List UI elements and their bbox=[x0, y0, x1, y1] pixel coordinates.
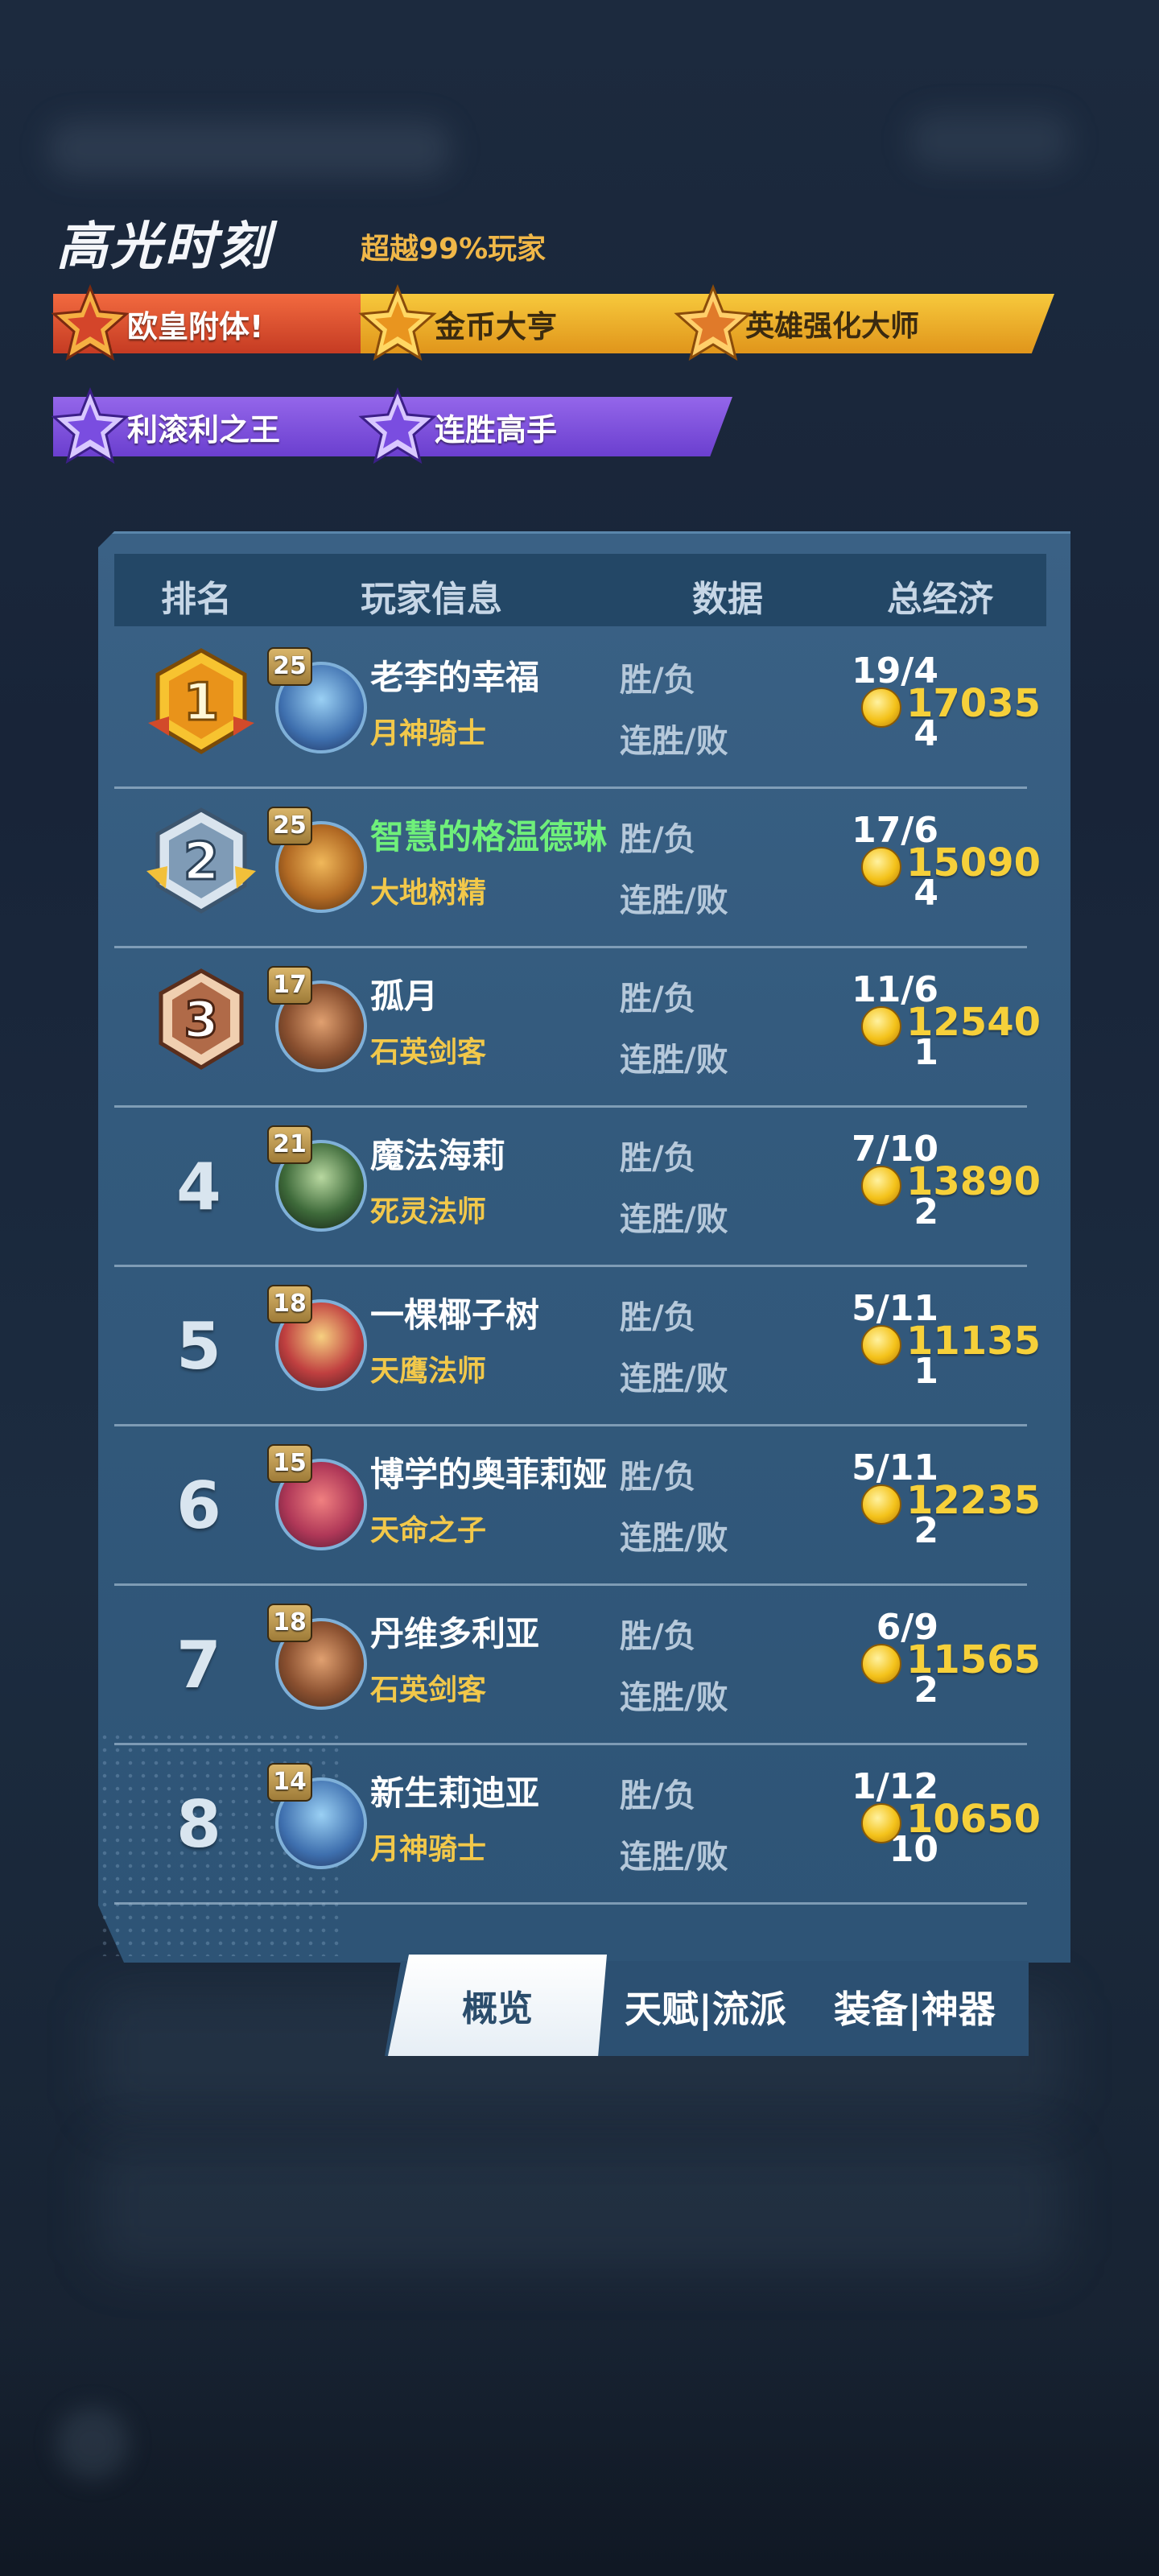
tab-talent-build[interactable]: 天赋|流派 bbox=[625, 1980, 786, 2033]
economy-value: 12540 bbox=[906, 1000, 1041, 1045]
hero-name: 死灵法师 bbox=[370, 1195, 487, 1228]
table-row[interactable]: 2 25 智慧的格温德琳 大地树精 胜/负 17/6 连胜/败 4 15090 bbox=[114, 789, 1041, 948]
hero-name: 月神骑士 bbox=[370, 717, 487, 750]
win-loss-label: 胜/负 bbox=[620, 821, 696, 858]
economy-value: 15090 bbox=[906, 840, 1041, 886]
star-medal-icon bbox=[51, 386, 130, 464]
streak-label: 连胜/败 bbox=[620, 1201, 728, 1238]
hero-name: 天鹰法师 bbox=[370, 1355, 487, 1388]
highlights-subtitle: 超越99%玩家 bbox=[361, 233, 547, 266]
star-medal-icon bbox=[358, 386, 437, 464]
streak-label: 连胜/败 bbox=[620, 1679, 728, 1716]
star-medal-icon bbox=[51, 283, 130, 361]
rank-number: 5 bbox=[176, 1309, 221, 1384]
header-rank: 排名 bbox=[161, 579, 232, 620]
streak-label: 连胜/败 bbox=[620, 1520, 728, 1557]
streak-label: 连胜/败 bbox=[620, 1360, 728, 1397]
player-name: 一棵椰子树 bbox=[370, 1295, 540, 1335]
gold-rank-medal-icon: 1 bbox=[148, 648, 254, 754]
rank-number: 4 bbox=[176, 1150, 221, 1224]
gold-coin-icon bbox=[861, 1644, 901, 1684]
gold-coin-icon bbox=[861, 1006, 901, 1046]
header-data: 数据 bbox=[692, 579, 763, 620]
player-name: 老李的幸福 bbox=[370, 658, 540, 697]
table-row[interactable]: 8 14 新生莉迪亚 月神骑士 胜/负 1/12 连胜/败 10 10650 bbox=[114, 1745, 1041, 1905]
rank-number: 3 bbox=[184, 990, 218, 1049]
table-row[interactable]: 6 15 博学的奥菲莉娅 天命之子 胜/负 5/11 连胜/败 2 12235 bbox=[114, 1426, 1041, 1586]
player-name: 孤月 bbox=[370, 976, 439, 1016]
tab-overview[interactable]: 概览 bbox=[388, 1955, 607, 2056]
player-name: 博学的奥菲莉娅 bbox=[370, 1455, 608, 1494]
win-loss-label: 胜/负 bbox=[620, 1459, 696, 1496]
win-loss-label: 胜/负 bbox=[620, 1140, 696, 1177]
star-medal-icon bbox=[674, 283, 753, 361]
hero-name: 石英剑客 bbox=[370, 1674, 487, 1707]
star-medal-icon bbox=[358, 283, 437, 361]
table-row[interactable]: 3 17 孤月 石英剑客 胜/负 11/6 连胜/败 1 12540 bbox=[114, 948, 1041, 1108]
rank-number: 2 bbox=[184, 832, 220, 892]
player-name-self: 智慧的格温德琳 bbox=[370, 817, 608, 857]
economy-value: 11565 bbox=[906, 1637, 1041, 1682]
level-badge: 14 bbox=[267, 1763, 312, 1802]
table-row[interactable]: 4 21 魔法海莉 死灵法师 胜/负 7/10 连胜/败 2 13890 bbox=[114, 1108, 1041, 1267]
gold-coin-icon bbox=[861, 847, 901, 887]
economy-value: 17035 bbox=[906, 681, 1041, 726]
player-name: 新生莉迪亚 bbox=[370, 1773, 540, 1813]
bronze-rank-medal-icon: 3 bbox=[159, 968, 244, 1070]
win-loss-label: 胜/负 bbox=[620, 662, 696, 699]
player-name: 丹维多利亚 bbox=[370, 1614, 540, 1653]
header-economy: 总经济 bbox=[887, 579, 993, 620]
table-row[interactable]: 1 25 老李的幸福 月神骑士 胜/负 19/4 连胜/败 4 17035 bbox=[114, 630, 1041, 789]
economy-value: 10650 bbox=[906, 1797, 1041, 1842]
level-badge: 15 bbox=[267, 1444, 312, 1483]
level-badge: 18 bbox=[267, 1604, 312, 1642]
level-badge: 18 bbox=[267, 1285, 312, 1323]
win-loss-label: 胜/负 bbox=[620, 1299, 696, 1336]
gold-coin-icon bbox=[861, 1166, 901, 1206]
player-name: 魔法海莉 bbox=[370, 1136, 506, 1175]
gold-coin-icon bbox=[861, 1803, 901, 1843]
streak-label: 连胜/败 bbox=[620, 723, 728, 760]
gold-coin-icon bbox=[861, 687, 901, 728]
rank-number: 7 bbox=[176, 1628, 221, 1703]
header-player-info: 玩家信息 bbox=[361, 579, 502, 620]
gold-coin-icon bbox=[861, 1325, 901, 1365]
row-divider bbox=[114, 1902, 1027, 1905]
blurred-background-row bbox=[97, 2141, 1062, 2270]
streak-label: 连胜/败 bbox=[620, 882, 728, 919]
hero-name: 天命之子 bbox=[370, 1514, 487, 1547]
blurred-background-button bbox=[56, 2407, 129, 2479]
badge-hero-upgrade-master[interactable]: 英雄强化大师 bbox=[674, 283, 1054, 361]
streak-label: 连胜/败 bbox=[620, 1839, 728, 1876]
tab-equipment-artifact[interactable]: 装备|神器 bbox=[834, 1980, 996, 2033]
economy-value: 13890 bbox=[906, 1159, 1041, 1204]
rank-number: 6 bbox=[176, 1468, 221, 1543]
table-row[interactable]: 5 18 一棵椰子树 天鹰法师 胜/负 5/11 连胜/败 1 11135 bbox=[114, 1267, 1041, 1426]
economy-value: 12235 bbox=[906, 1478, 1041, 1523]
rank-number: 8 bbox=[176, 1787, 221, 1862]
table-row[interactable]: 7 18 丹维多利亚 石英剑客 胜/负 6/9 连胜/败 2 11565 bbox=[114, 1586, 1041, 1745]
badge-lucky[interactable]: 欧皇附体! bbox=[51, 283, 406, 361]
hero-name: 大地树精 bbox=[370, 877, 487, 910]
highlights-title: 高光时刻 bbox=[56, 217, 272, 277]
level-badge: 25 bbox=[267, 807, 312, 845]
blurred-background-header bbox=[48, 121, 451, 177]
badge-win-streak-master[interactable]: 连胜高手 bbox=[358, 386, 732, 464]
win-loss-label: 胜/负 bbox=[620, 980, 696, 1018]
ranking-table-header: 排名 玩家信息 数据 总经济 bbox=[114, 554, 1046, 626]
level-badge: 25 bbox=[267, 647, 312, 686]
blurred-background-header-right bbox=[909, 113, 1070, 169]
streak-label: 连胜/败 bbox=[620, 1042, 728, 1079]
economy-value: 11135 bbox=[906, 1319, 1041, 1364]
blurred-background-footer bbox=[0, 2334, 1159, 2576]
silver-rank-medal-icon: 2 bbox=[146, 807, 256, 914]
hero-name: 月神骑士 bbox=[370, 1833, 487, 1866]
gold-coin-icon bbox=[861, 1484, 901, 1525]
rank-number: 1 bbox=[184, 673, 220, 733]
level-badge: 21 bbox=[267, 1125, 312, 1164]
win-loss-label: 胜/负 bbox=[620, 1618, 696, 1655]
hero-name: 石英剑客 bbox=[370, 1036, 487, 1069]
win-loss-label: 胜/负 bbox=[620, 1777, 696, 1814]
level-badge: 17 bbox=[267, 966, 312, 1005]
